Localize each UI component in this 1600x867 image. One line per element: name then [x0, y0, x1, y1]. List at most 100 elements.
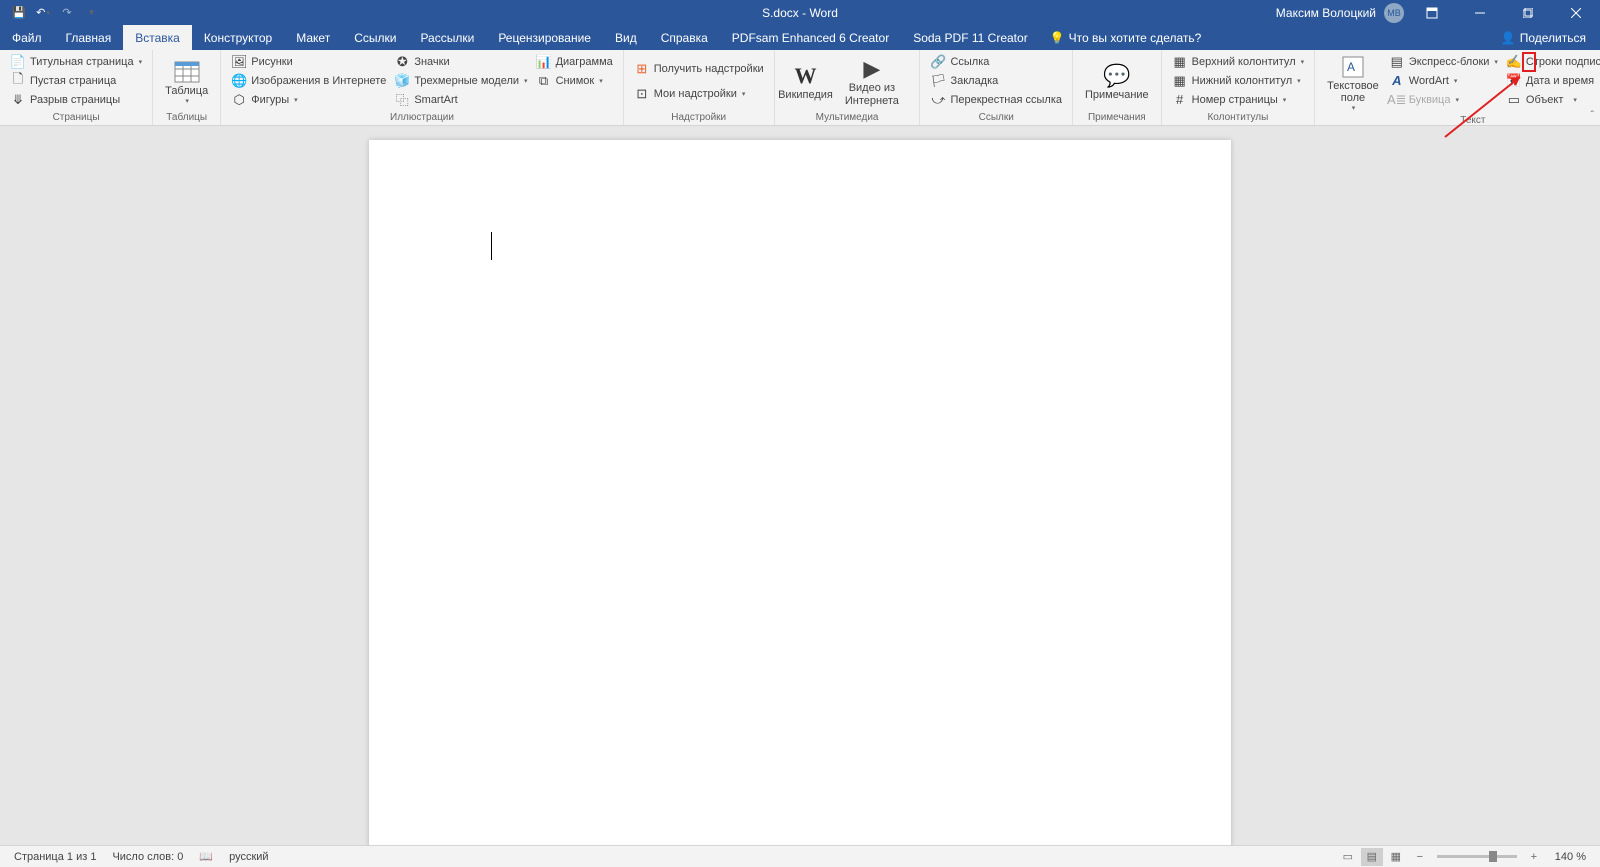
- title-right: Максим Волоцкий МВ: [1276, 0, 1600, 25]
- group-pages: 📄Титульная страница▾ 🗋Пустая страница ⤋Р…: [0, 50, 153, 125]
- link-icon: 🔗: [930, 54, 946, 70]
- datetime-button[interactable]: 📅Дата и время: [1502, 71, 1600, 90]
- online-video-button[interactable]: ▶ Видео из Интернета: [830, 52, 913, 111]
- zoom-slider[interactable]: [1437, 855, 1517, 858]
- share-button[interactable]: 👤 Поделиться: [1487, 25, 1600, 50]
- header-icon: ▦: [1172, 54, 1188, 70]
- zoom-in-button[interactable]: +: [1523, 848, 1545, 866]
- tab-references[interactable]: Ссылки: [342, 25, 408, 50]
- view-print-layout[interactable]: ▤: [1361, 848, 1383, 866]
- spellcheck-icon: 📖: [199, 851, 213, 863]
- qat-customize-button[interactable]: ▾: [80, 2, 102, 24]
- shapes-button[interactable]: ⬡Фигуры▾: [227, 90, 390, 109]
- wikipedia-button[interactable]: W Википедия: [781, 52, 831, 111]
- tab-sodapdf[interactable]: Soda PDF 11 Creator: [901, 25, 1040, 50]
- user-avatar[interactable]: МВ: [1384, 3, 1404, 23]
- table-button[interactable]: Таблица ▾: [159, 52, 214, 111]
- document-title: S.docx - Word: [762, 6, 838, 20]
- textbox-button[interactable]: A Текстовое поле▾: [1321, 52, 1385, 114]
- status-page[interactable]: Страница 1 из 1: [6, 851, 104, 863]
- tab-view[interactable]: Вид: [603, 25, 649, 50]
- header-button[interactable]: ▦Верхний колонтитул▾: [1168, 52, 1308, 71]
- bookmark-button[interactable]: 🏳Закладка: [926, 71, 1066, 90]
- smartart-button[interactable]: ⿻SmartArt: [390, 90, 531, 109]
- chart-icon: 📊: [536, 54, 552, 70]
- collapse-ribbon-button[interactable]: ˆ: [1591, 110, 1594, 121]
- footer-button[interactable]: ▦Нижний колонтитул▾: [1168, 71, 1308, 90]
- crossref-button[interactable]: ⤻Перекрестная ссылка: [926, 90, 1066, 109]
- tab-home[interactable]: Главная: [54, 25, 124, 50]
- group-pages-label: Страницы: [6, 111, 146, 125]
- tab-help[interactable]: Справка: [649, 25, 720, 50]
- user-name[interactable]: Максим Волоцкий: [1276, 6, 1376, 20]
- zoom-level[interactable]: 140 %: [1547, 851, 1594, 863]
- screenshot-button[interactable]: ⧉Снимок▾: [532, 71, 617, 90]
- close-icon: [1571, 8, 1581, 18]
- group-media: W Википедия ▶ Видео из Интернета Мультим…: [775, 50, 921, 125]
- minimize-button[interactable]: [1460, 0, 1500, 25]
- tab-review[interactable]: Рецензирование: [486, 25, 603, 50]
- page-number-button[interactable]: #Номер страницы▾: [1168, 90, 1308, 109]
- icons-button[interactable]: ✪Значки: [390, 52, 531, 71]
- pictures-button[interactable]: 🖼Рисунки: [227, 52, 390, 71]
- cover-page-button[interactable]: 📄Титульная страница▾: [6, 52, 146, 71]
- redo-button[interactable]: ↷: [56, 2, 78, 24]
- status-language[interactable]: русский: [221, 851, 276, 863]
- dropcap-icon: A≣: [1389, 92, 1405, 108]
- view-read-mode[interactable]: ▭: [1337, 848, 1359, 866]
- page-number-icon: #: [1172, 92, 1188, 108]
- tab-mailings[interactable]: Рассылки: [408, 25, 486, 50]
- page-break-button[interactable]: ⤋Разрыв страницы: [6, 90, 146, 109]
- quick-access-toolbar: 💾 ↶▾ ↷ ▾: [0, 2, 102, 24]
- share-label: Поделиться: [1520, 31, 1586, 45]
- status-word-count[interactable]: Число слов: 0: [104, 851, 191, 863]
- ribbon-display-button[interactable]: [1412, 0, 1452, 25]
- tell-me-search[interactable]: 💡 Что вы хотите сделать?: [1050, 25, 1202, 50]
- web-layout-icon: ▦: [1391, 850, 1401, 863]
- blank-page-button[interactable]: 🗋Пустая страница: [6, 71, 146, 90]
- group-tables: Таблица ▾ Таблицы: [153, 50, 221, 125]
- print-layout-icon: ▤: [1367, 850, 1377, 863]
- tab-design[interactable]: Конструктор: [192, 25, 284, 50]
- chart-button[interactable]: 📊Диаграмма: [532, 52, 617, 71]
- zoom-out-button[interactable]: −: [1409, 848, 1431, 866]
- group-headerfooter-label: Колонтитулы: [1168, 111, 1308, 125]
- undo-button[interactable]: ↶▾: [32, 2, 54, 24]
- my-addins-button[interactable]: ⊡Мои надстройки▾: [630, 85, 768, 104]
- signature-line-button[interactable]: ✍Строки подписи▾: [1502, 52, 1600, 71]
- dropcap-button: A≣Буквица▾: [1385, 90, 1502, 109]
- footer-icon: ▦: [1172, 73, 1188, 89]
- comment-icon: 💬: [1101, 63, 1133, 89]
- tab-insert[interactable]: Вставка: [123, 25, 192, 50]
- save-button[interactable]: 💾: [8, 2, 30, 24]
- group-comments: 💬 Примечание Примечания: [1073, 50, 1162, 125]
- online-pictures-button[interactable]: 🌐Изображения в Интернете: [227, 71, 390, 90]
- tab-pdfsam[interactable]: PDFsam Enhanced 6 Creator: [720, 25, 901, 50]
- document-page[interactable]: [369, 140, 1231, 845]
- wordart-button[interactable]: AWordArt▾: [1385, 71, 1502, 90]
- group-links: 🔗Ссылка 🏳Закладка ⤻Перекрестная ссылка С…: [920, 50, 1073, 125]
- quickparts-button[interactable]: ▤Экспресс-блоки▾: [1385, 52, 1502, 71]
- share-icon: 👤: [1501, 31, 1516, 45]
- lightbulb-icon: 💡: [1050, 31, 1065, 45]
- document-area[interactable]: [0, 126, 1600, 845]
- group-addins: ⊞Получить надстройки ⊡Мои надстройки▾ На…: [624, 50, 775, 125]
- 3d-models-button[interactable]: 🧊Трехмерные модели▾: [390, 71, 531, 90]
- view-web-layout[interactable]: ▦: [1385, 848, 1407, 866]
- get-addins-button[interactable]: ⊞Получить надстройки: [630, 60, 768, 79]
- 3d-models-icon: 🧊: [394, 73, 410, 89]
- link-button[interactable]: 🔗Ссылка: [926, 52, 1066, 71]
- text-cursor: [491, 232, 492, 260]
- tab-file[interactable]: Файл: [0, 25, 54, 50]
- object-button[interactable]: ▭Объект▾: [1502, 90, 1600, 109]
- status-spellcheck[interactable]: 📖: [191, 850, 221, 863]
- maximize-button[interactable]: [1508, 0, 1548, 25]
- title-bar: 💾 ↶▾ ↷ ▾ S.docx - Word Максим Волоцкий М…: [0, 0, 1600, 25]
- icons-icon: ✪: [394, 54, 410, 70]
- comment-button[interactable]: 💬 Примечание: [1079, 52, 1155, 111]
- tab-layout[interactable]: Макет: [284, 25, 342, 50]
- my-addins-icon: ⊡: [634, 86, 650, 102]
- zoom-thumb[interactable]: [1489, 851, 1497, 862]
- object-icon: ▭: [1506, 92, 1522, 108]
- close-button[interactable]: [1556, 0, 1596, 25]
